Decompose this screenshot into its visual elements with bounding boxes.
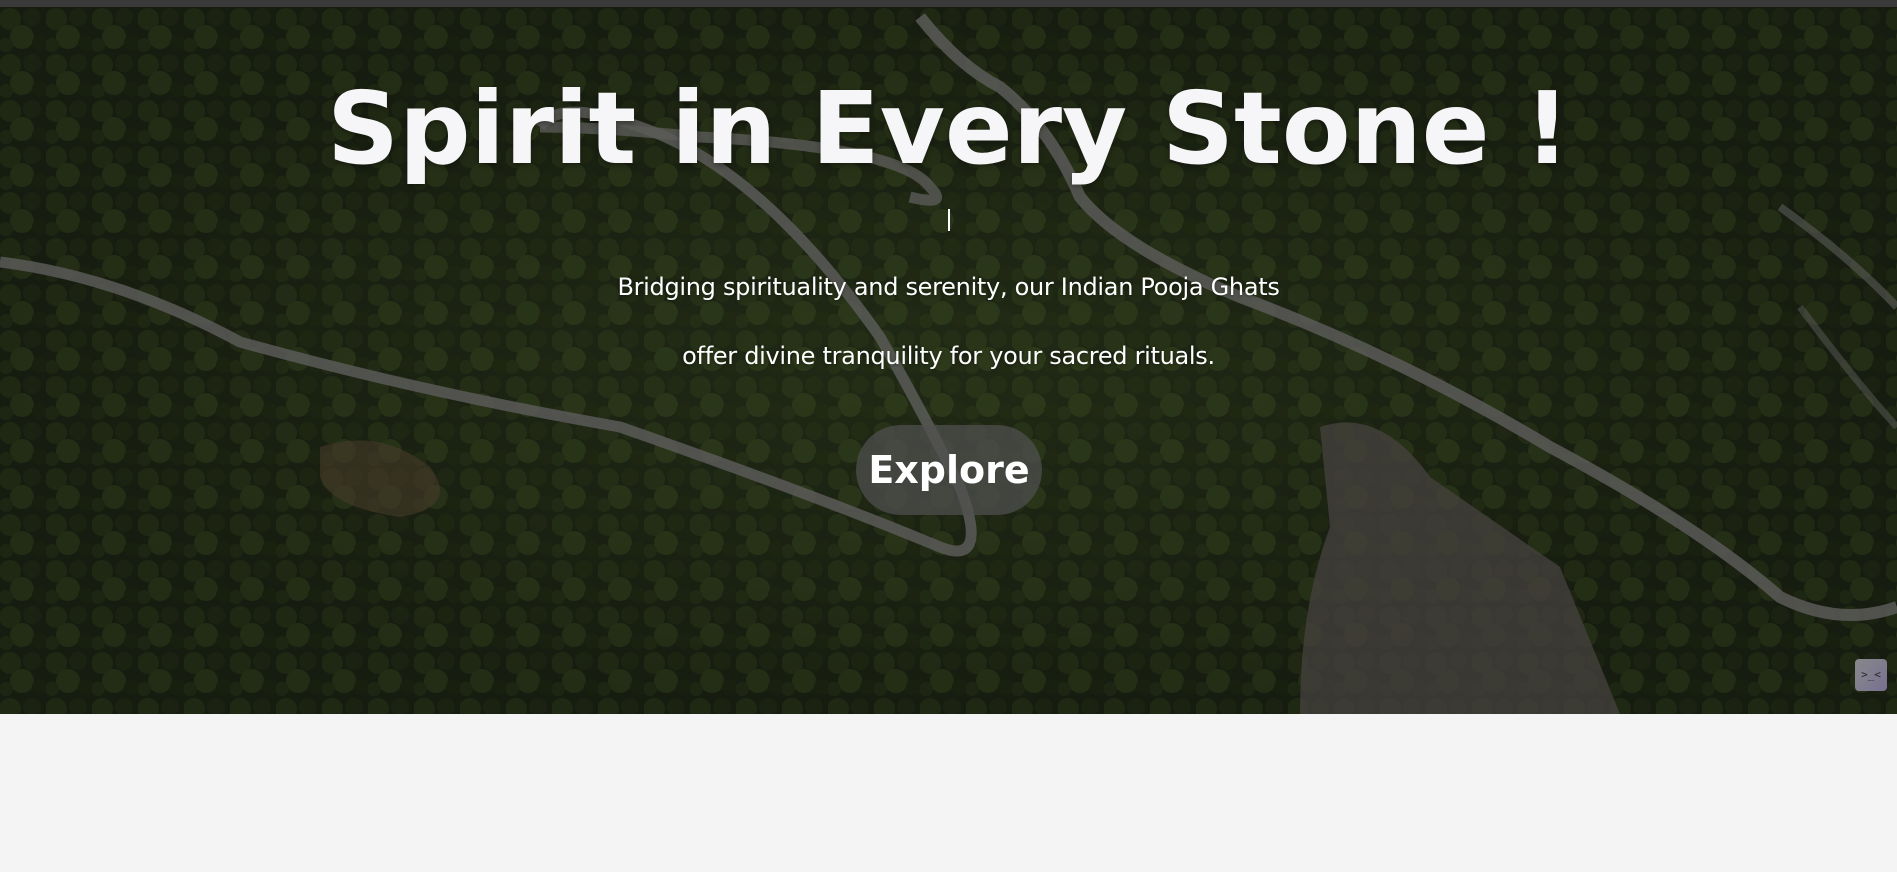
hero-subtitle-line-2: offer divine tranquility for your sacred… xyxy=(682,342,1215,370)
browser-top-strip xyxy=(0,0,1897,7)
page-body-area xyxy=(0,714,1897,872)
hero-title: Spirit in Every Stone ! xyxy=(327,70,1570,187)
explore-button[interactable]: Explore xyxy=(856,425,1042,515)
hero-subtitle-line-1: Bridging spirituality and serenity, our … xyxy=(617,273,1280,301)
chat-widget-icon[interactable]: >_< xyxy=(1855,659,1887,691)
typing-cursor xyxy=(948,209,950,231)
hero-section: Spirit in Every Stone ! Bridging spiritu… xyxy=(0,7,1897,714)
